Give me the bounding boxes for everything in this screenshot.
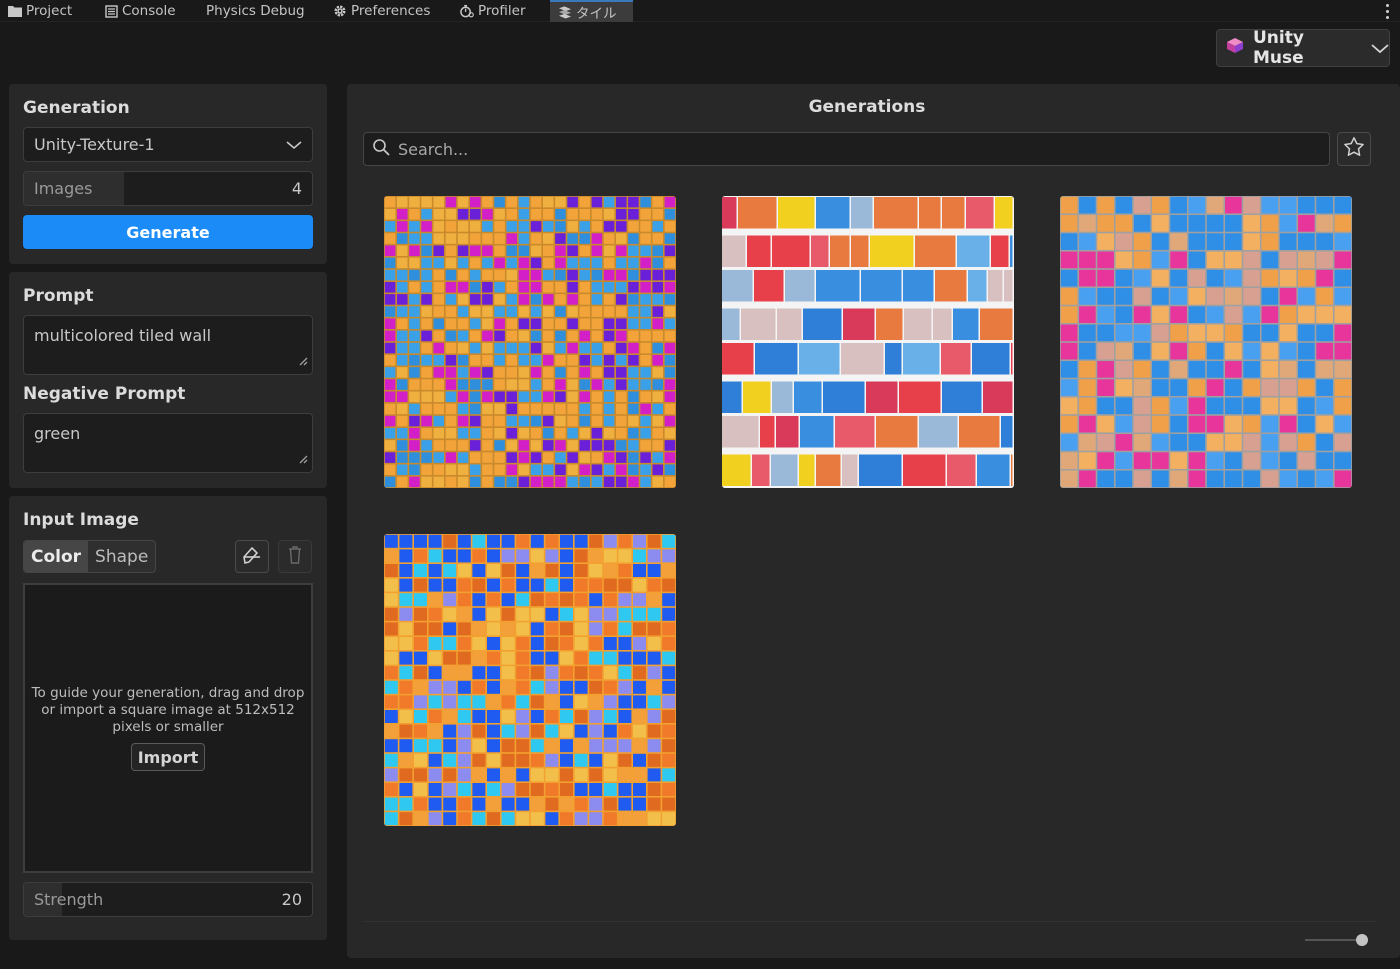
search-bar <box>363 132 1330 166</box>
muse-logo-icon <box>1225 37 1245 59</box>
import-button[interactable]: Import <box>131 743 205 771</box>
images-label: Images <box>34 179 93 198</box>
input-image-title: Input Image <box>23 510 139 530</box>
star-icon <box>1343 136 1365 162</box>
folder-icon <box>8 4 22 18</box>
prompt-title: Prompt <box>23 286 94 306</box>
footer-divider <box>363 921 1375 922</box>
tab-muse-texture[interactable]: タイル <box>550 0 633 22</box>
tab-project[interactable]: Project <box>8 0 72 22</box>
strength-value: 20 <box>281 890 302 909</box>
generation-title: Generation <box>23 98 130 118</box>
generations-title: Generations <box>808 97 926 117</box>
thumbnail-size-slider[interactable] <box>1305 939 1359 941</box>
muse-toolbar: Unity Muse <box>0 22 1400 76</box>
tab-label: タイル <box>576 6 617 22</box>
thumbnail-size-slider-knob[interactable] <box>1356 934 1368 946</box>
resize-grip-icon[interactable] <box>298 351 308 370</box>
generations-panel: Generations <box>347 84 1400 958</box>
images-count-slider[interactable]: Images 4 <box>23 171 313 206</box>
more-options-icon[interactable] <box>1384 2 1390 20</box>
input-image-panel: Input Image Color Shape To guide your ge… <box>9 496 327 940</box>
images-value: 4 <box>291 179 302 198</box>
prompt-text: multicolored tiled wall <box>34 326 212 345</box>
paint-tool-button[interactable] <box>235 540 269 573</box>
input-mode-toggle: Color Shape <box>23 540 157 573</box>
mode-color-button[interactable]: Color <box>24 541 89 572</box>
generated-texture-3[interactable] <box>1060 196 1352 488</box>
favorites-button[interactable] <box>1337 132 1371 166</box>
model-value: Unity-Texture-1 <box>34 135 155 154</box>
paint-brush-icon <box>241 545 263 569</box>
delete-image-button[interactable] <box>278 540 312 573</box>
strength-label: Strength <box>34 890 104 909</box>
unity-muse-dropdown[interactable]: Unity Muse <box>1216 28 1390 68</box>
tab-label: Console <box>122 3 176 19</box>
search-input[interactable] <box>398 139 1329 159</box>
image-drop-zone[interactable]: To guide your generation, drag and drop … <box>23 583 313 873</box>
generation-panel: Generation Unity-Texture-1 Images 4 Gene… <box>9 84 327 264</box>
chevron-down-icon <box>286 135 302 154</box>
tab-physics-debug[interactable]: Physics Debug <box>206 0 305 22</box>
tab-profiler[interactable]: Profiler <box>460 0 526 22</box>
strength-slider[interactable]: Strength 20 <box>23 882 313 917</box>
prompt-panel: Prompt multicolored tiled wall Negative … <box>9 272 327 488</box>
tab-label: Project <box>26 3 73 19</box>
profiler-icon <box>460 4 474 18</box>
tab-preferences[interactable]: Preferences <box>333 0 430 22</box>
generate-button[interactable]: Generate <box>23 215 313 249</box>
muse-icon <box>558 5 572 19</box>
prompt-input[interactable]: multicolored tiled wall <box>23 315 313 375</box>
trash-icon <box>288 545 302 568</box>
generated-texture-1[interactable] <box>384 196 676 488</box>
negative-prompt-title: Negative Prompt <box>23 384 186 404</box>
tab-console[interactable]: Console <box>104 0 176 22</box>
negative-prompt-text: green <box>34 424 81 443</box>
tab-label: Physics Debug <box>206 3 305 19</box>
generated-texture-4[interactable] <box>384 534 676 826</box>
mode-shape-button[interactable]: Shape <box>88 541 155 572</box>
model-dropdown[interactable]: Unity-Texture-1 <box>23 127 313 162</box>
negative-prompt-input[interactable]: green <box>23 413 313 473</box>
chevron-down-icon <box>1371 39 1389 58</box>
unity-muse-label: Unity Muse <box>1253 28 1304 68</box>
tab-label: Profiler <box>478 3 526 19</box>
console-icon <box>104 4 118 18</box>
search-icon <box>372 138 390 160</box>
generated-texture-2[interactable] <box>722 196 1014 488</box>
gear-icon <box>333 4 347 18</box>
drop-zone-hint: To guide your generation, drag and drop … <box>31 685 305 735</box>
tab-label: Preferences <box>351 3 431 19</box>
editor-tab-bar: Project Console Physics Debug Preference… <box>0 0 1400 22</box>
resize-grip-icon[interactable] <box>298 449 308 468</box>
